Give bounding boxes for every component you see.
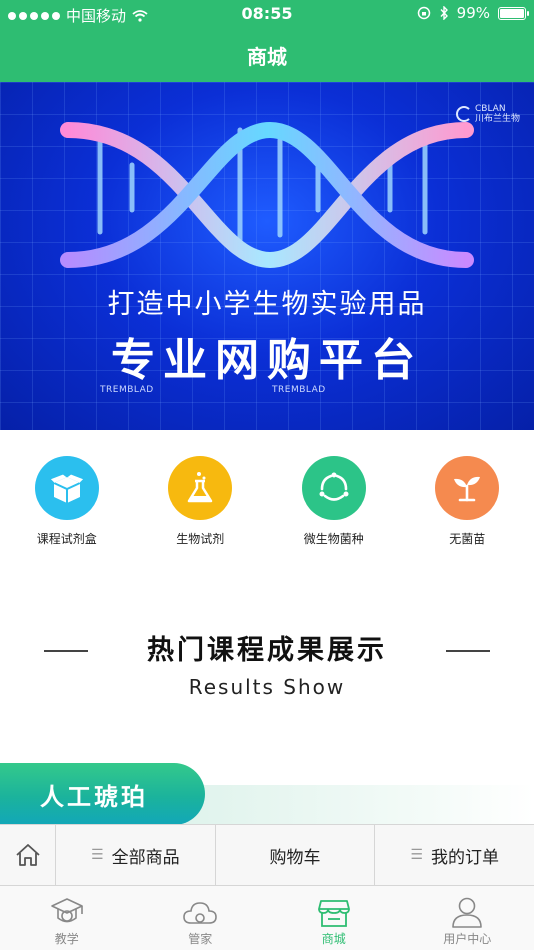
tab-label: 教学 <box>54 932 79 946</box>
banner-watermark-right: TREMBLAD <box>272 385 326 395</box>
all-products-button[interactable]: ☰ 全部商品 <box>56 825 216 885</box>
brand-mark-icon <box>455 106 472 122</box>
nav-bar: 商城 <box>0 28 534 82</box>
user-icon <box>452 897 483 928</box>
course-card-label: 人工琥珀 <box>0 763 205 825</box>
box-icon <box>34 456 99 520</box>
flask-icon <box>168 456 233 520</box>
cart-button[interactable]: 购物车 <box>216 825 376 885</box>
banner-tagline: 专业网购平台 <box>111 335 423 386</box>
menu-icon: ☰ <box>91 847 104 863</box>
my-orders-label: 我的订单 <box>430 847 499 868</box>
brand-text: CBLAN 川布兰生物 <box>474 104 520 124</box>
banner-watermark-left: TREMBLAD <box>100 385 154 395</box>
section-rule-left <box>44 650 88 652</box>
category-row: 课程试剂盒 生物试剂 微生物菌种 无菌苗 <box>0 440 534 560</box>
course-card-background <box>180 785 534 825</box>
category-reagent-kit[interactable]: 课程试剂盒 <box>0 440 134 560</box>
status-bar: 中国移动 08:55 99% <box>0 0 534 28</box>
category-label: 微生物菌种 <box>303 532 364 546</box>
category-microbe-strain[interactable]: 微生物菌种 <box>267 440 401 560</box>
tab-teaching[interactable]: 教学 <box>0 886 134 950</box>
battery-icon <box>498 6 529 20</box>
cloud-icon <box>183 902 218 924</box>
brand-logo: CBLAN 川布兰生物 <box>455 104 520 124</box>
home-icon <box>15 844 40 866</box>
category-label: 课程试剂盒 <box>36 532 97 546</box>
section-rule-right <box>446 650 490 652</box>
category-bio-reagent[interactable]: 生物试剂 <box>134 440 268 560</box>
tab-label: 管家 <box>188 932 213 946</box>
graduation-cap-icon <box>50 898 83 923</box>
tab-label: 用户中心 <box>443 932 492 946</box>
tab-butler[interactable]: 管家 <box>134 886 268 950</box>
section-title: 热门课程成果展示 <box>147 635 387 666</box>
my-orders-button[interactable]: ☰ 我的订单 <box>375 825 534 885</box>
section-header: 热门课程成果展示 Results Show <box>0 628 534 699</box>
banner-headline: 打造中小学生物实验用品 <box>107 289 427 320</box>
battery-percent: 99% <box>456 4 490 22</box>
course-card[interactable]: 人工琥珀 <box>0 763 534 825</box>
tab-label: 商城 <box>321 932 346 946</box>
tab-user-center[interactable]: 用户中心 <box>401 886 534 950</box>
tab-mall[interactable]: 商城 <box>267 886 401 950</box>
store-icon <box>317 900 350 927</box>
cycle-icon <box>301 456 366 520</box>
section-subtitle: Results Show <box>188 675 346 699</box>
promo-banner[interactable]: CBLAN 川布兰生物 打造中小学生物实验用品 专业网购平台 TREMBLAD … <box>0 82 534 430</box>
dna-helix-illustration <box>60 121 474 269</box>
category-sterile-seedling[interactable]: 无菌苗 <box>401 440 534 560</box>
cart-label: 购物车 <box>269 847 321 868</box>
sprout-icon <box>435 456 500 520</box>
battery-fill <box>500 8 524 18</box>
all-products-label: 全部商品 <box>111 847 180 868</box>
tab-bar: 教学 管家 商城 用户中心 <box>0 886 534 950</box>
category-label: 生物试剂 <box>176 532 225 546</box>
category-label: 无菌苗 <box>449 532 486 546</box>
orientation-lock-icon <box>417 6 430 20</box>
status-right: 99% <box>417 4 529 22</box>
shop-toolbar: ☰ 全部商品 购物车 ☰ 我的订单 <box>0 824 534 886</box>
page-title: 商城 <box>247 44 287 69</box>
bluetooth-icon <box>440 6 448 20</box>
home-button[interactable] <box>0 825 56 885</box>
menu-icon: ☰ <box>410 847 423 863</box>
